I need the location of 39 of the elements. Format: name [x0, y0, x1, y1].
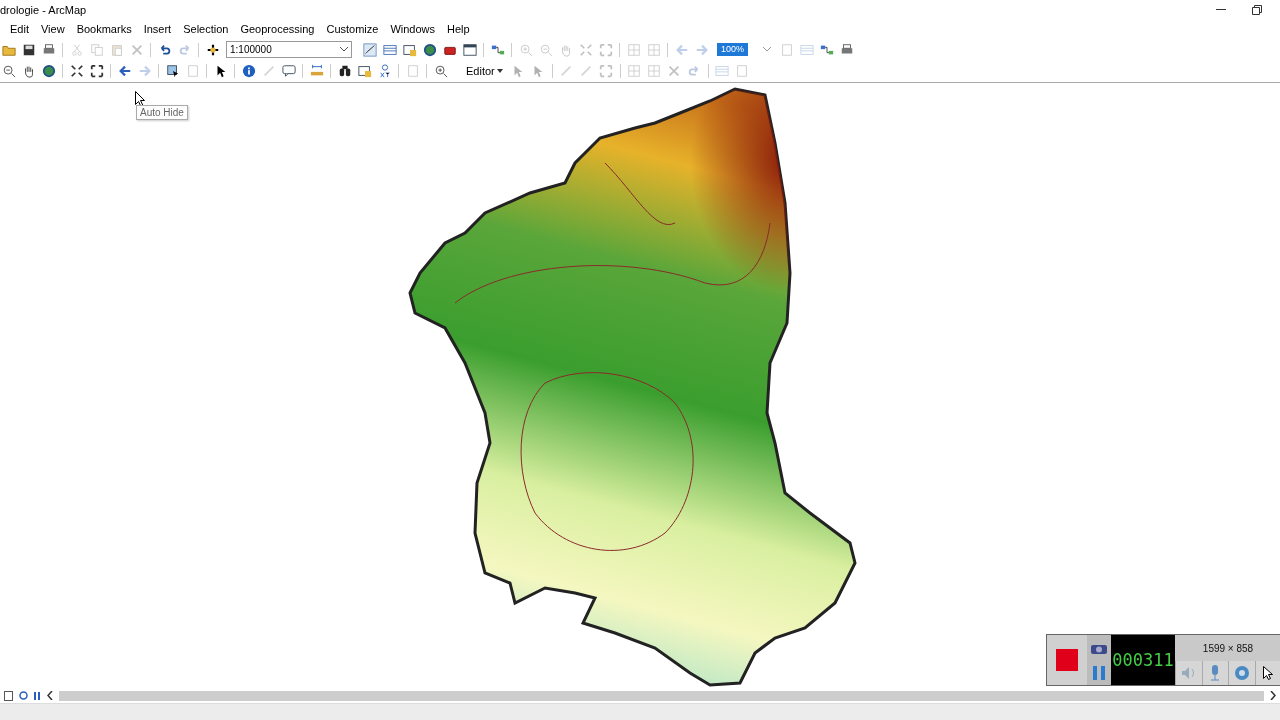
menu-item[interactable]: Geoprocessing	[234, 23, 321, 36]
menu-item[interactable]: Edit	[4, 23, 35, 36]
recording-timer: 000311	[1111, 635, 1175, 685]
scroll-right-icon[interactable]	[1270, 691, 1276, 701]
microphone-icon	[1210, 665, 1221, 681]
webcam-icon	[1233, 665, 1250, 681]
speaker-icon	[1180, 666, 1197, 680]
scroll-left-icon[interactable]	[47, 691, 53, 701]
minimize-icon[interactable]	[1216, 8, 1226, 11]
pencil-chart-icon[interactable]	[361, 40, 378, 59]
camera-button[interactable]	[1087, 635, 1111, 660]
pause-icon	[1093, 665, 1105, 680]
caret-icon	[340, 47, 348, 53]
cursor-icon	[1263, 666, 1274, 680]
horizontal-scrollbar[interactable]	[59, 690, 1264, 701]
menu-item[interactable]: View	[34, 23, 71, 36]
menu-item[interactable]: Insert	[137, 23, 178, 36]
restore-icon[interactable]	[1252, 4, 1262, 15]
menu-item[interactable]: Selection	[177, 23, 235, 36]
window-title: drologie - ArcMap	[0, 3, 87, 16]
page-icon[interactable]	[4, 690, 13, 701]
refresh-icon[interactable]	[19, 691, 28, 701]
caret-icon	[496, 69, 503, 74]
menu-item[interactable]: Bookmarks	[70, 23, 138, 36]
stop-recording-button[interactable]	[1047, 635, 1087, 685]
stop-icon	[1056, 649, 1078, 671]
pause-button[interactable]	[1087, 660, 1111, 685]
mouse-cursor-icon	[135, 90, 146, 107]
menu-item[interactable]: Customize	[320, 23, 385, 36]
cursor-button[interactable]	[1254, 661, 1280, 685]
pause-icon[interactable]	[34, 691, 41, 700]
recording-resolution: 1599 × 858	[1201, 641, 1255, 656]
menu-item[interactable]: Help	[441, 23, 476, 36]
microphone-button[interactable]	[1201, 661, 1228, 685]
menu-item[interactable]: Windows	[384, 23, 442, 36]
caret-icon	[763, 47, 771, 53]
tooltip: Auto Hide	[136, 104, 188, 120]
scale-field[interactable]: 1:100000	[226, 41, 352, 59]
editor-menu-button[interactable]: Editor	[462, 65, 507, 78]
